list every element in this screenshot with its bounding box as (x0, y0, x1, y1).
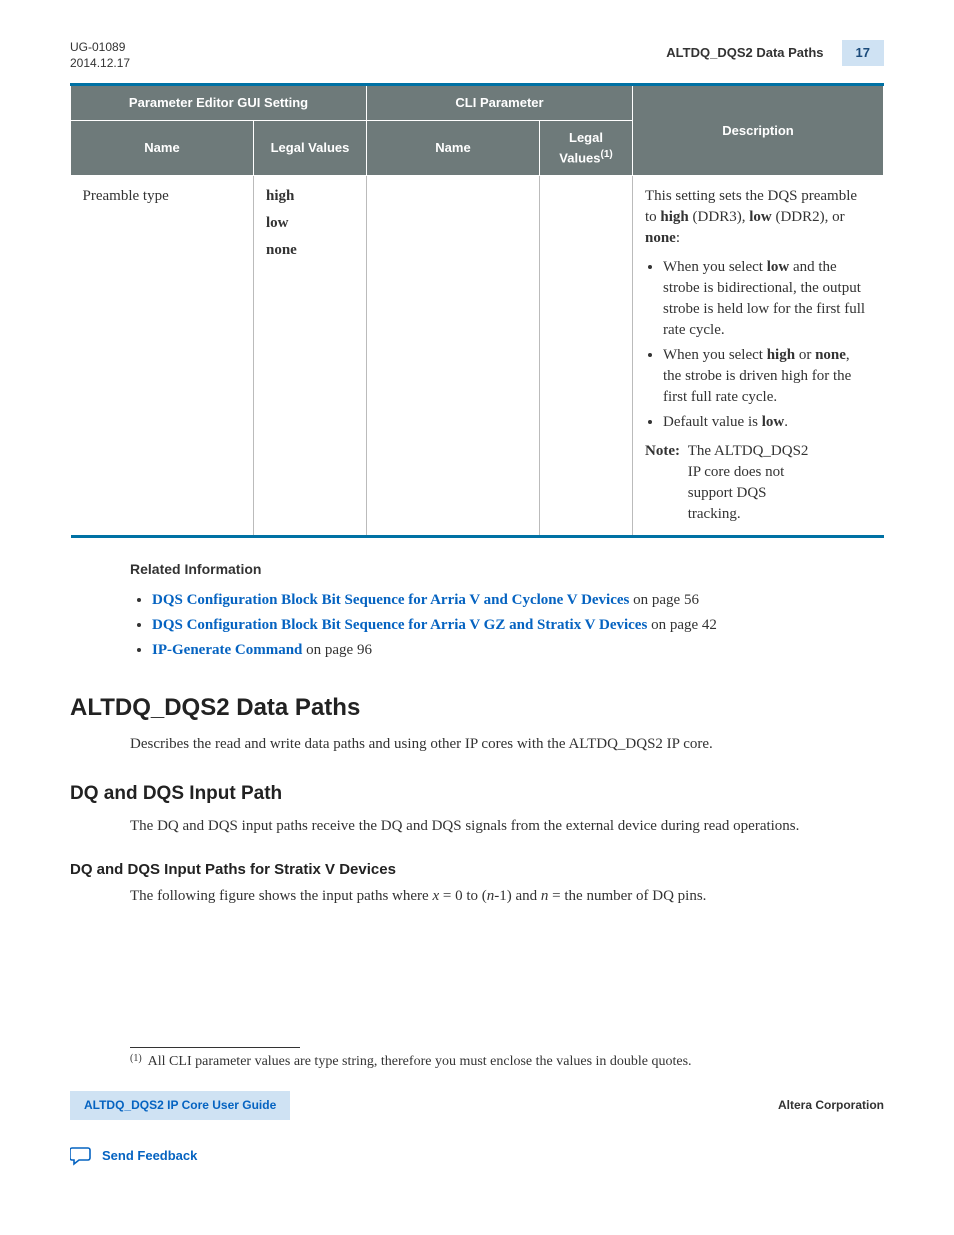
footnote-rule (130, 1047, 300, 1048)
doc-id: UG-01089 (70, 40, 130, 56)
cell-legal-values: high low none (254, 176, 367, 537)
feedback-icon (70, 1146, 92, 1166)
related-link-1[interactable]: DQS Configuration Block Bit Sequence for… (152, 592, 629, 608)
related-link-2[interactable]: DQS Configuration Block Bit Sequence for… (152, 617, 647, 633)
footer-company: Altera Corporation (778, 1097, 884, 1114)
page-number: 17 (842, 40, 884, 66)
th-cli-group: CLI Parameter (367, 85, 633, 121)
paragraph-1: Describes the read and write data paths … (130, 734, 884, 755)
footnote-mark: (1) (130, 1052, 142, 1072)
related-item: IP-Generate Command on page 96 (152, 640, 884, 661)
heading-2: DQ and DQS Input Path (70, 781, 884, 808)
heading-1: ALTDQ_DQS2 Data Paths (70, 691, 884, 725)
th-cli-name: Name (367, 121, 540, 176)
doc-identifier: UG-01089 2014.12.17 (70, 40, 130, 71)
desc-bullet-2: When you select high or none, the strobe… (663, 345, 872, 408)
send-feedback-link[interactable]: Send Feedback (102, 1147, 197, 1165)
footnote-text: All CLI parameter values are type string… (148, 1052, 692, 1072)
related-item: DQS Configuration Block Bit Sequence for… (152, 590, 884, 611)
cell-param-name: Preamble type (71, 176, 254, 537)
footnote: (1) All CLI parameter values are type st… (130, 1052, 884, 1072)
parameter-table: Parameter Editor GUI Setting CLI Paramet… (70, 83, 884, 538)
th-gui-legal: Legal Values (254, 121, 367, 176)
related-info-list: DQS Configuration Block Bit Sequence for… (130, 590, 884, 661)
desc-bullet-1: When you select low and the strobe is bi… (663, 257, 872, 341)
desc-bullet-3: Default value is low. (663, 412, 872, 433)
th-description: Description (633, 85, 884, 176)
related-info-heading: Related Information (130, 560, 884, 580)
cell-cli-legal (540, 176, 633, 537)
page-header: UG-01089 2014.12.17 ALTDQ_DQS2 Data Path… (70, 40, 884, 71)
cell-cli-name (367, 176, 540, 537)
desc-note: Note: The ALTDQ_DQS2 IP core does not su… (645, 441, 872, 525)
desc-intro: This setting sets the DQS preamble to hi… (645, 186, 872, 249)
table-row: Preamble type high low none This setting… (71, 176, 884, 537)
send-feedback[interactable]: Send Feedback (70, 1146, 884, 1166)
th-cli-legal: Legal Values(1) (540, 121, 633, 176)
th-gui-group: Parameter Editor GUI Setting (71, 85, 367, 121)
th-gui-name: Name (71, 121, 254, 176)
header-section-title: ALTDQ_DQS2 Data Paths (666, 44, 823, 62)
heading-3: DQ and DQS Input Paths for Stratix V Dev… (70, 859, 884, 880)
footer: ALTDQ_DQS2 IP Core User Guide Altera Cor… (70, 1091, 884, 1120)
doc-date: 2014.12.17 (70, 56, 130, 72)
related-item: DQS Configuration Block Bit Sequence for… (152, 615, 884, 636)
related-link-3[interactable]: IP-Generate Command (152, 642, 302, 658)
paragraph-3: The following figure shows the input pat… (130, 886, 884, 907)
cell-description: This setting sets the DQS preamble to hi… (633, 176, 884, 537)
paragraph-2: The DQ and DQS input paths receive the D… (130, 816, 884, 837)
footer-guide-title[interactable]: ALTDQ_DQS2 IP Core User Guide (70, 1091, 290, 1120)
